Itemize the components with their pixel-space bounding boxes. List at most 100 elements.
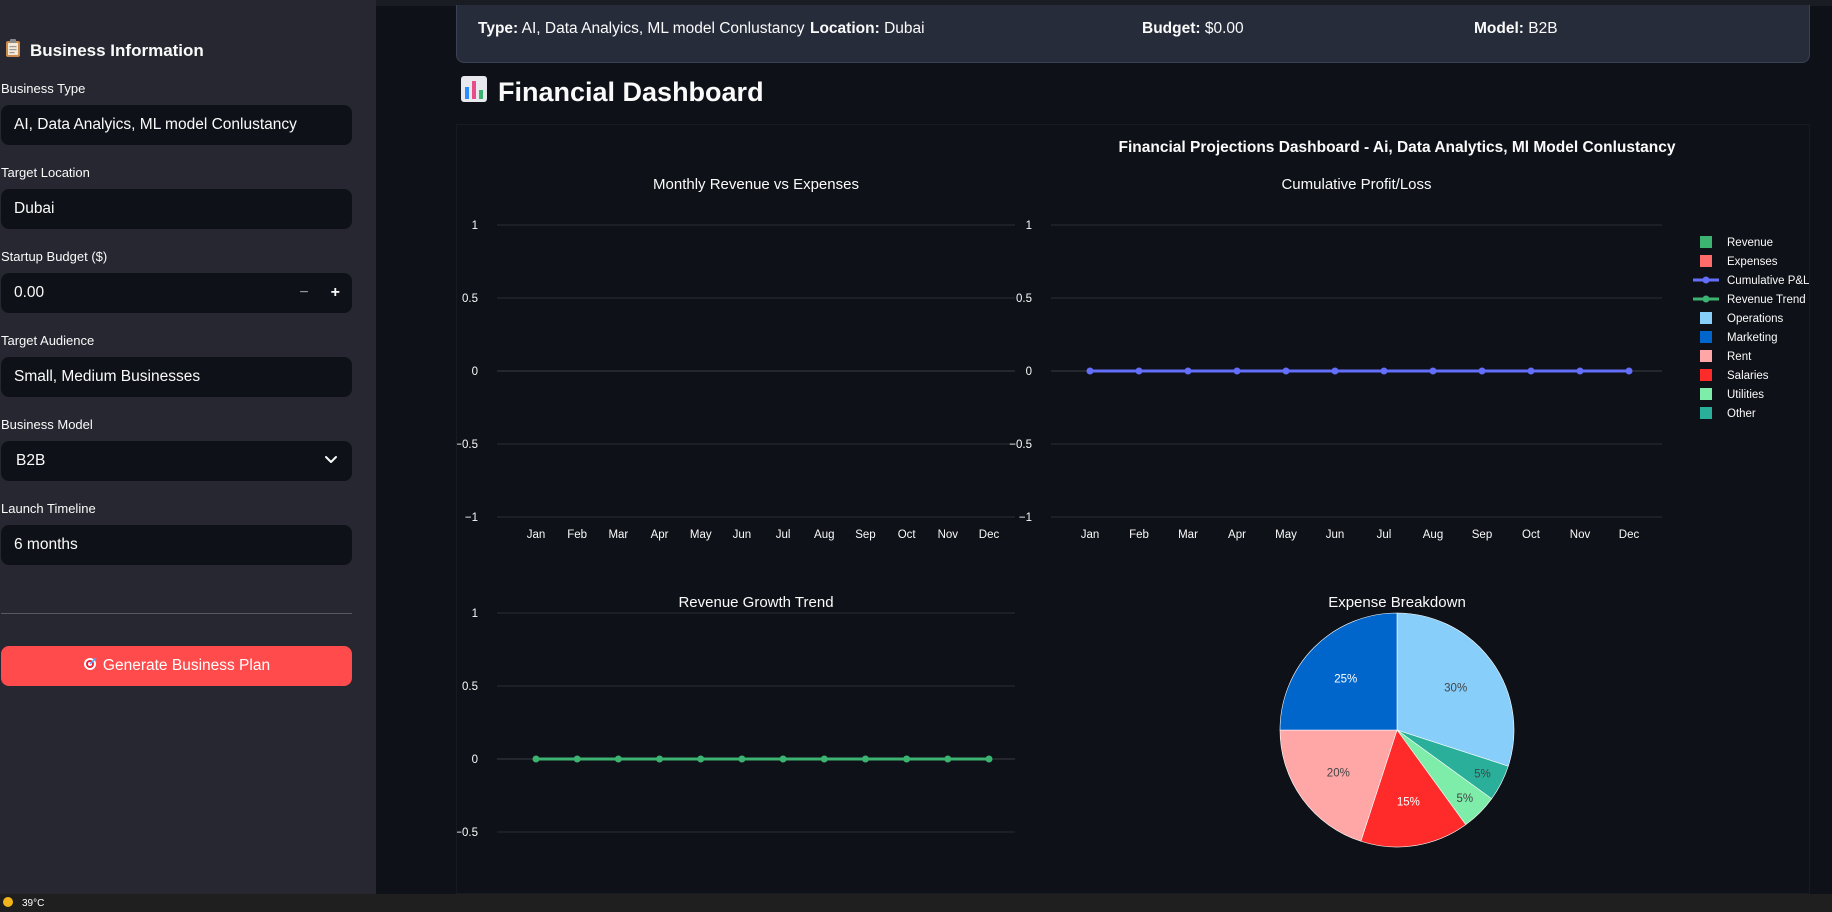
business-model-select[interactable]: B2B [1, 441, 352, 481]
launch-timeline-input[interactable]: 6 months [1, 525, 352, 565]
legend-swatch [1700, 350, 1712, 362]
summary-type: Type: AI, Data Analyics, ML model Conlus… [478, 20, 805, 38]
y-tick-label: 0 [472, 366, 478, 378]
data-point [656, 755, 664, 763]
data-point [903, 755, 911, 763]
legend-label: Cumulative P&L [1727, 275, 1810, 287]
legend-label: Utilities [1727, 389, 1764, 401]
data-point [1233, 367, 1241, 375]
data-point [1086, 367, 1094, 375]
business-type-value: AI, Data Analyics, ML model Conlustancy [14, 116, 297, 133]
y-tick-label: 1 [1026, 220, 1032, 232]
summary-model: Model: B2B [1474, 20, 1558, 38]
data-point [1478, 367, 1486, 375]
target-location-value: Dubai [14, 200, 55, 217]
sidebar: Business Information Business Type AI, D… [0, 0, 376, 894]
legend-swatch [1700, 312, 1712, 324]
summary-type-label: Type: [478, 20, 519, 37]
clipboard-icon [4, 38, 22, 63]
x-tick-label: Mar [608, 529, 628, 541]
data-point [944, 755, 952, 763]
page-title-text: Financial Dashboard [498, 77, 764, 107]
data-point [861, 755, 869, 763]
subplot-title: Cumulative Profit/Loss [1281, 176, 1431, 193]
section-title-text: Business Information [30, 40, 204, 60]
pie-label: 15% [1397, 797, 1420, 809]
data-point [738, 755, 746, 763]
legend-swatch [1700, 331, 1712, 343]
x-tick-label: Dec [979, 529, 1000, 541]
y-tick-label: 0.5 [462, 293, 478, 305]
x-tick-label: Apr [651, 529, 669, 541]
summary-budget-value: $0.00 [1204, 20, 1244, 37]
summary-model-label: Model: [1474, 20, 1524, 37]
x-tick-label: Feb [567, 529, 587, 541]
legend-swatch [1700, 388, 1712, 400]
bar-chart-icon [460, 75, 488, 110]
business-type-input[interactable]: AI, Data Analyics, ML model Conlustancy [1, 105, 352, 145]
summary-location: Location: Dubai [810, 20, 925, 38]
data-point [1625, 367, 1633, 375]
chevron-down-icon [324, 452, 338, 466]
y-tick-label: −1 [1019, 512, 1032, 524]
y-tick-label: 0.5 [1016, 293, 1032, 305]
legend-label: Salaries [1727, 370, 1769, 382]
x-tick-label: Nov [1570, 529, 1591, 541]
chart-area: Financial Projections Dashboard - Ai, Da… [456, 124, 1810, 894]
x-tick-label: Aug [1423, 529, 1443, 541]
pie-slice-marketing [1279, 612, 1398, 731]
pie-label: 5% [1474, 769, 1491, 781]
taskbar: 39°C [0, 894, 1832, 912]
x-tick-label: May [1275, 529, 1297, 541]
x-tick-label: Dec [1619, 529, 1640, 541]
legend-label: Marketing [1727, 332, 1778, 344]
data-point [779, 755, 787, 763]
sun-icon [2, 896, 14, 911]
startup-budget-label: Startup Budget ($) [1, 249, 108, 264]
data-point [697, 755, 705, 763]
x-tick-label: Aug [814, 529, 834, 541]
x-tick-label: Feb [1129, 529, 1149, 541]
business-model-value: B2B [16, 452, 46, 469]
legend-marker [1702, 276, 1710, 284]
subplot-title: Revenue Growth Trend [678, 594, 833, 611]
legend-label: Expenses [1727, 256, 1778, 268]
pie-label: 30% [1444, 682, 1467, 694]
data-point [573, 755, 581, 763]
launch-timeline-value: 6 months [14, 536, 78, 553]
business-model-label: Business Model [1, 417, 93, 432]
x-tick-label: Jul [1377, 529, 1392, 541]
pie-label: 5% [1457, 793, 1474, 805]
data-point [1135, 367, 1143, 375]
target-location-input[interactable]: Dubai [1, 189, 352, 229]
y-tick-label: 0 [472, 754, 478, 766]
legend-label: Other [1727, 408, 1756, 420]
data-point [985, 755, 993, 763]
x-tick-label: Oct [1522, 529, 1541, 541]
startup-budget-value: 0.00 [14, 284, 45, 301]
summary-budget: Budget: $0.00 [1142, 20, 1244, 38]
target-audience-input[interactable]: Small, Medium Businesses [1, 357, 352, 397]
decrement-button[interactable]: − [299, 284, 308, 302]
x-tick-label: Jan [1081, 529, 1100, 541]
section-title: Business Information [4, 38, 204, 63]
y-tick-label: −0.5 [1009, 439, 1032, 451]
target-location-label: Target Location [1, 165, 90, 180]
data-point [532, 755, 540, 763]
generate-plan-button[interactable]: Generate Business Plan [1, 646, 352, 686]
subplot-title: Monthly Revenue vs Expenses [653, 176, 859, 193]
x-tick-label: Jun [1326, 529, 1345, 541]
startup-budget-input[interactable]: 0.00 − + [1, 273, 352, 313]
y-tick-label: 0.5 [462, 681, 478, 693]
launch-timeline-label: Launch Timeline [1, 501, 96, 516]
target-audience-value: Small, Medium Businesses [14, 368, 201, 385]
weather-widget[interactable]: 39°C [2, 896, 44, 911]
legend-swatch [1700, 236, 1712, 248]
temperature: 39°C [22, 898, 45, 909]
x-tick-label: Sep [1472, 529, 1492, 541]
increment-button[interactable]: + [331, 284, 340, 302]
x-tick-label: Jun [733, 529, 752, 541]
data-point [1380, 367, 1388, 375]
legend-swatch [1700, 369, 1712, 381]
dashboard-chart: Financial Projections Dashboard - Ai, Da… [457, 139, 1810, 848]
